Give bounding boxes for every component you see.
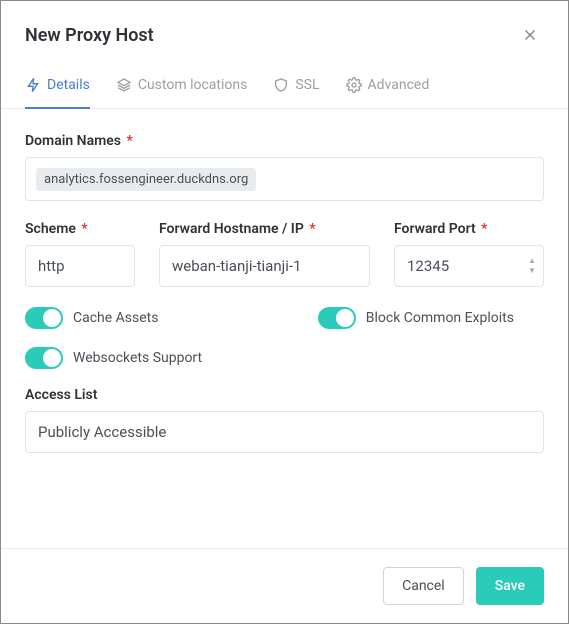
tab-details[interactable]: Details — [25, 65, 90, 109]
required-mark: * — [309, 221, 315, 237]
tab-custom-locations[interactable]: Custom locations — [116, 65, 248, 109]
gear-icon — [346, 77, 362, 93]
close-icon — [521, 26, 539, 44]
hostname-label-text: Forward Hostname / IP — [159, 221, 304, 237]
modal-header: New Proxy Host — [1, 1, 568, 65]
new-proxy-host-modal: New Proxy Host Details Custom locations … — [0, 0, 569, 624]
modal-body: Domain Names * analytics.fossengineer.du… — [1, 109, 568, 548]
bolt-icon — [25, 77, 41, 93]
domain-names-label-text: Domain Names — [25, 133, 121, 149]
port-input-wrap: ▲ ▼ — [394, 245, 544, 287]
tab-advanced-label: Advanced — [368, 77, 430, 93]
tabs: Details Custom locations SSL Advanced — [1, 65, 568, 109]
cache-assets-toggle[interactable] — [25, 307, 63, 329]
chevron-up-icon[interactable]: ▲ — [526, 256, 538, 266]
websockets-label: Websockets Support — [73, 350, 202, 366]
modal-footer: Cancel Save — [1, 548, 568, 623]
block-exploits-label: Block Common Exploits — [366, 310, 514, 326]
port-input[interactable] — [394, 245, 544, 287]
scheme-label-text: Scheme — [25, 221, 76, 237]
domain-tag[interactable]: analytics.fossengineer.duckdns.org — [36, 168, 256, 191]
hostname-group: Forward Hostname / IP * — [159, 221, 370, 287]
access-list-label: Access List — [25, 387, 544, 403]
layers-icon — [116, 77, 132, 93]
tab-custom-locations-label: Custom locations — [138, 77, 248, 93]
access-list-group: Access List Publicly Accessible — [25, 387, 544, 453]
scheme-select[interactable]: http — [25, 245, 135, 287]
shield-icon — [273, 77, 289, 93]
port-label-text: Forward Port — [394, 221, 476, 237]
tab-details-label: Details — [47, 77, 90, 93]
hostname-input[interactable] — [159, 245, 370, 287]
cache-assets-label: Cache Assets — [73, 310, 158, 326]
forward-row: Scheme * http Forward Hostname / IP * Fo… — [25, 221, 544, 287]
tab-ssl-label: SSL — [295, 77, 319, 93]
chevron-down-icon[interactable]: ▼ — [526, 266, 538, 276]
required-mark: * — [126, 133, 132, 149]
domain-names-group: Domain Names * analytics.fossengineer.du… — [25, 133, 544, 201]
close-button[interactable] — [516, 21, 544, 49]
domain-names-input[interactable]: analytics.fossengineer.duckdns.org — [25, 157, 544, 201]
hostname-label: Forward Hostname / IP * — [159, 221, 370, 237]
tab-ssl[interactable]: SSL — [273, 65, 319, 109]
block-exploits-toggle[interactable] — [318, 307, 356, 329]
access-list-select[interactable]: Publicly Accessible — [25, 411, 544, 453]
block-exploits-toggle-item[interactable]: Block Common Exploits — [318, 307, 514, 329]
save-button[interactable]: Save — [476, 567, 544, 605]
scheme-label: Scheme * — [25, 221, 135, 237]
websockets-toggle[interactable] — [25, 347, 63, 369]
port-group: Forward Port * ▲ ▼ — [394, 221, 544, 287]
required-mark: * — [81, 221, 87, 237]
tab-advanced[interactable]: Advanced — [346, 65, 430, 109]
cancel-button[interactable]: Cancel — [383, 567, 464, 605]
port-stepper[interactable]: ▲ ▼ — [526, 256, 538, 276]
modal-title: New Proxy Host — [25, 25, 154, 46]
domain-names-label: Domain Names * — [25, 133, 544, 149]
toggles-row-1: Cache Assets Block Common Exploits — [25, 307, 544, 329]
websockets-toggle-item[interactable]: Websockets Support — [25, 347, 202, 369]
required-mark: * — [481, 221, 487, 237]
cache-assets-toggle-item[interactable]: Cache Assets — [25, 307, 158, 329]
scheme-group: Scheme * http — [25, 221, 135, 287]
port-label: Forward Port * — [394, 221, 544, 237]
toggles-row-2: Websockets Support — [25, 347, 544, 369]
